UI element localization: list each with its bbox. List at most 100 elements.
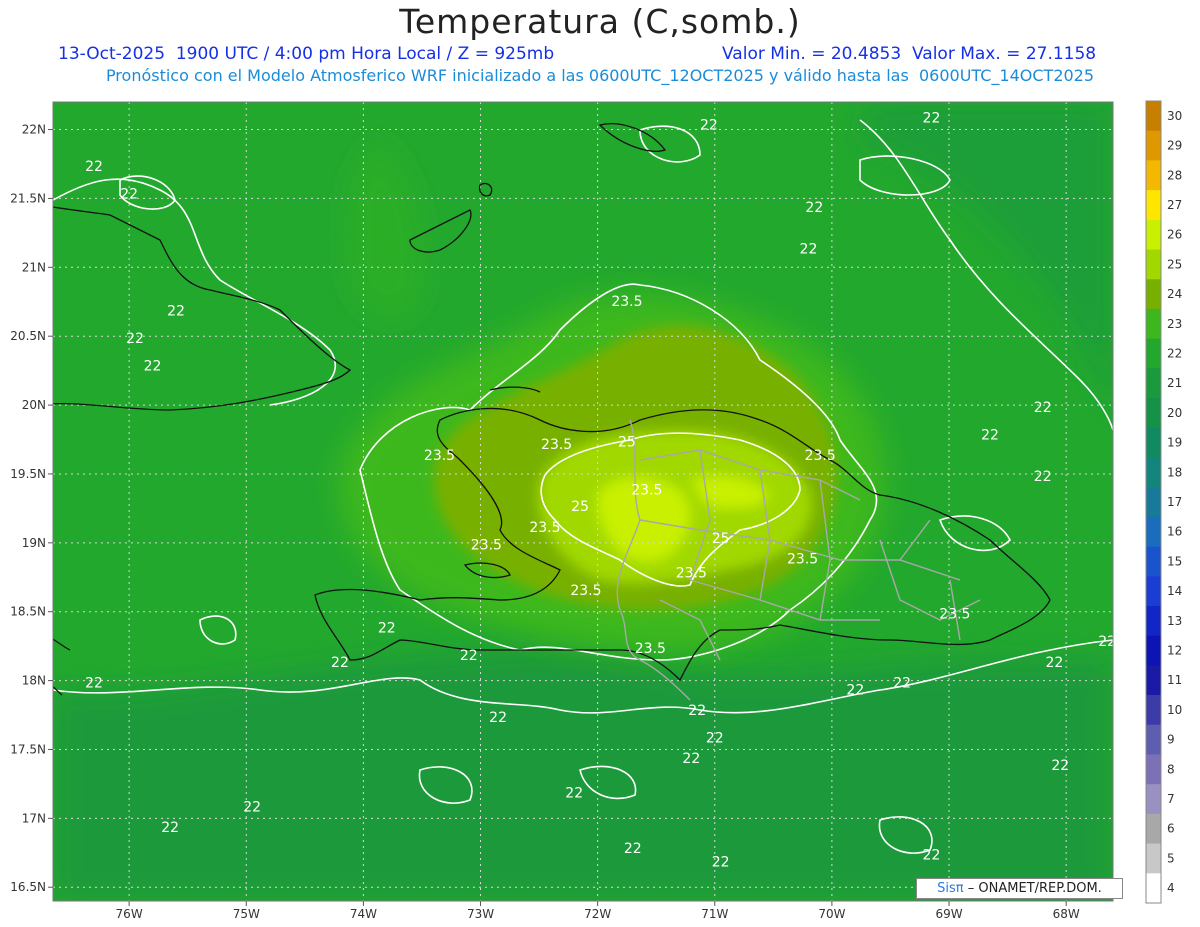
contour-label: 22 [800,242,818,258]
contour-label: 22 [85,159,103,175]
colorbar-swatch [1146,873,1161,904]
contour-label: 23.5 [805,448,836,464]
colorbar-label: 19 [1167,436,1182,450]
colorbar: 30 29 28 27 26 25 24 23 22 21 20 19 18 17 16 15 14 13 12 11… [1145,100,1182,904]
colorbar-label: 12 [1167,644,1182,658]
contour-label: 25 [618,434,636,450]
contour-label: 22 [1046,655,1064,671]
colorbar-label: 13 [1167,614,1182,628]
contour-label: 23.5 [471,538,502,554]
contour-label: 22 [331,655,349,671]
colorbar-swatch [1146,487,1161,518]
colorbar-label: 24 [1167,287,1182,301]
contour-label: 22 [682,751,700,767]
contour-label: 23.5 [570,583,601,599]
colorbar-swatch [1146,219,1161,250]
contour-label: 22 [688,703,706,719]
colorbar-label: 10 [1167,703,1182,717]
colorbar-swatch [1146,101,1161,132]
contour-label: 23.5 [676,565,707,581]
colorbar-swatch [1146,249,1161,280]
map-plot-area: 22 22 22 22 22 22 22 22 22 22 22 22 22 22 22 22 22 22 22 22… [53,102,1113,901]
lat-tick-label: 17N [22,811,46,825]
credit-brand: Sisπ [937,881,964,896]
colorbar-label: 8 [1167,762,1175,776]
colorbar-swatch [1146,724,1161,755]
colorbar-swatch [1146,605,1161,637]
colorbar-label: 29 [1167,139,1182,153]
colorbar-label: 18 [1167,465,1182,479]
temperature-map: 22 22 22 22 22 22 22 22 22 22 22 22 22 22 22 22 22 22 22 22… [10,100,1182,921]
lat-tick-label: 19.5N [10,467,46,481]
contour-label: 22 [712,855,730,871]
contour-label: 22 [243,799,261,815]
colorbar-swatch [1146,427,1161,458]
colorbar-label: 5 [1167,851,1175,865]
contour-label: 22 [893,675,911,691]
contour-label: 22 [624,841,642,857]
contour-label: 22 [1051,758,1069,774]
contour-label: 22 [565,786,583,802]
contour-label: 22 [1034,469,1052,485]
colorbar-swatch [1146,754,1161,785]
contour-label: 22 [846,682,864,698]
contour-label: 22 [981,428,999,444]
contour-label: 22 [167,304,185,320]
lon-tick-label: 70W [818,907,845,921]
longitude-axis: 76W 75W 74W 73W 72W 71W 70W 69W 68W [116,901,1080,921]
contour-label: 22 [489,710,507,726]
contour-label: 23.5 [635,641,666,657]
lon-tick-label: 71W [701,907,728,921]
lat-tick-label: 20.5N [10,329,46,343]
contour-label: 22 [923,111,941,127]
credit-box: Sisπ – ONAMET/REP.DOM. [916,878,1123,899]
contour-label: 22 [120,186,138,202]
lon-tick-label: 69W [935,907,962,921]
contour-label: 23.5 [529,520,560,536]
colorbar-swatch [1146,695,1161,726]
colorbar-label: 6 [1167,822,1175,836]
colorbar-swatch [1146,308,1161,340]
colorbar-label: 30 [1167,109,1182,123]
colorbar-label: 22 [1167,346,1182,360]
colorbar-label: 20 [1167,406,1182,420]
lat-tick-label: 21N [22,260,46,274]
colorbar-swatch [1146,665,1161,696]
colorbar-swatch [1146,338,1161,369]
colorbar-label: 4 [1167,881,1175,895]
lat-tick-label: 18N [22,674,46,688]
lat-tick-label: 22N [22,123,46,137]
colorbar-swatch [1146,398,1161,429]
contour-label: 23.5 [631,483,662,499]
contour-label: 22 [460,648,478,664]
colorbar-swatch [1146,635,1161,666]
colorbar-label: 11 [1167,673,1182,687]
lat-tick-label: 20N [22,398,46,412]
contour-label: 23.5 [541,437,572,453]
contour-label: 25 [712,531,730,547]
contour-label: 23.5 [787,551,818,567]
colorbar-label: 27 [1167,198,1182,212]
colorbar-swatch [1146,516,1161,547]
lat-tick-label: 17.5N [10,742,46,756]
lat-tick-label: 18.5N [10,605,46,619]
latitude-axis: 22N 21.5N 21N 20.5N 20N 19.5N 19N 18.5N 18N 17.5N… [10,123,53,894]
colorbar-label: 16 [1167,525,1182,539]
lon-tick-label: 68W [1053,907,1080,921]
contour-label: 22 [1034,400,1052,416]
contour-label: 22 [378,620,396,636]
contour-label: 22 [85,675,103,691]
lat-tick-label: 19N [22,536,46,550]
contour-label: 22 [706,731,724,747]
colorbar-swatch [1146,576,1161,607]
colorbar-label: 21 [1167,376,1182,390]
credit-text: – ONAMET/REP.DOM. [967,881,1102,896]
colorbar-swatch [1146,457,1161,488]
colorbar-swatch [1146,190,1161,221]
lon-tick-label: 72W [584,907,611,921]
contour-label: 22 [126,331,144,347]
contour-label: 22 [144,359,162,375]
lon-tick-label: 73W [467,907,494,921]
contour-label: 23.5 [424,448,455,464]
colorbar-label: 15 [1167,554,1182,568]
